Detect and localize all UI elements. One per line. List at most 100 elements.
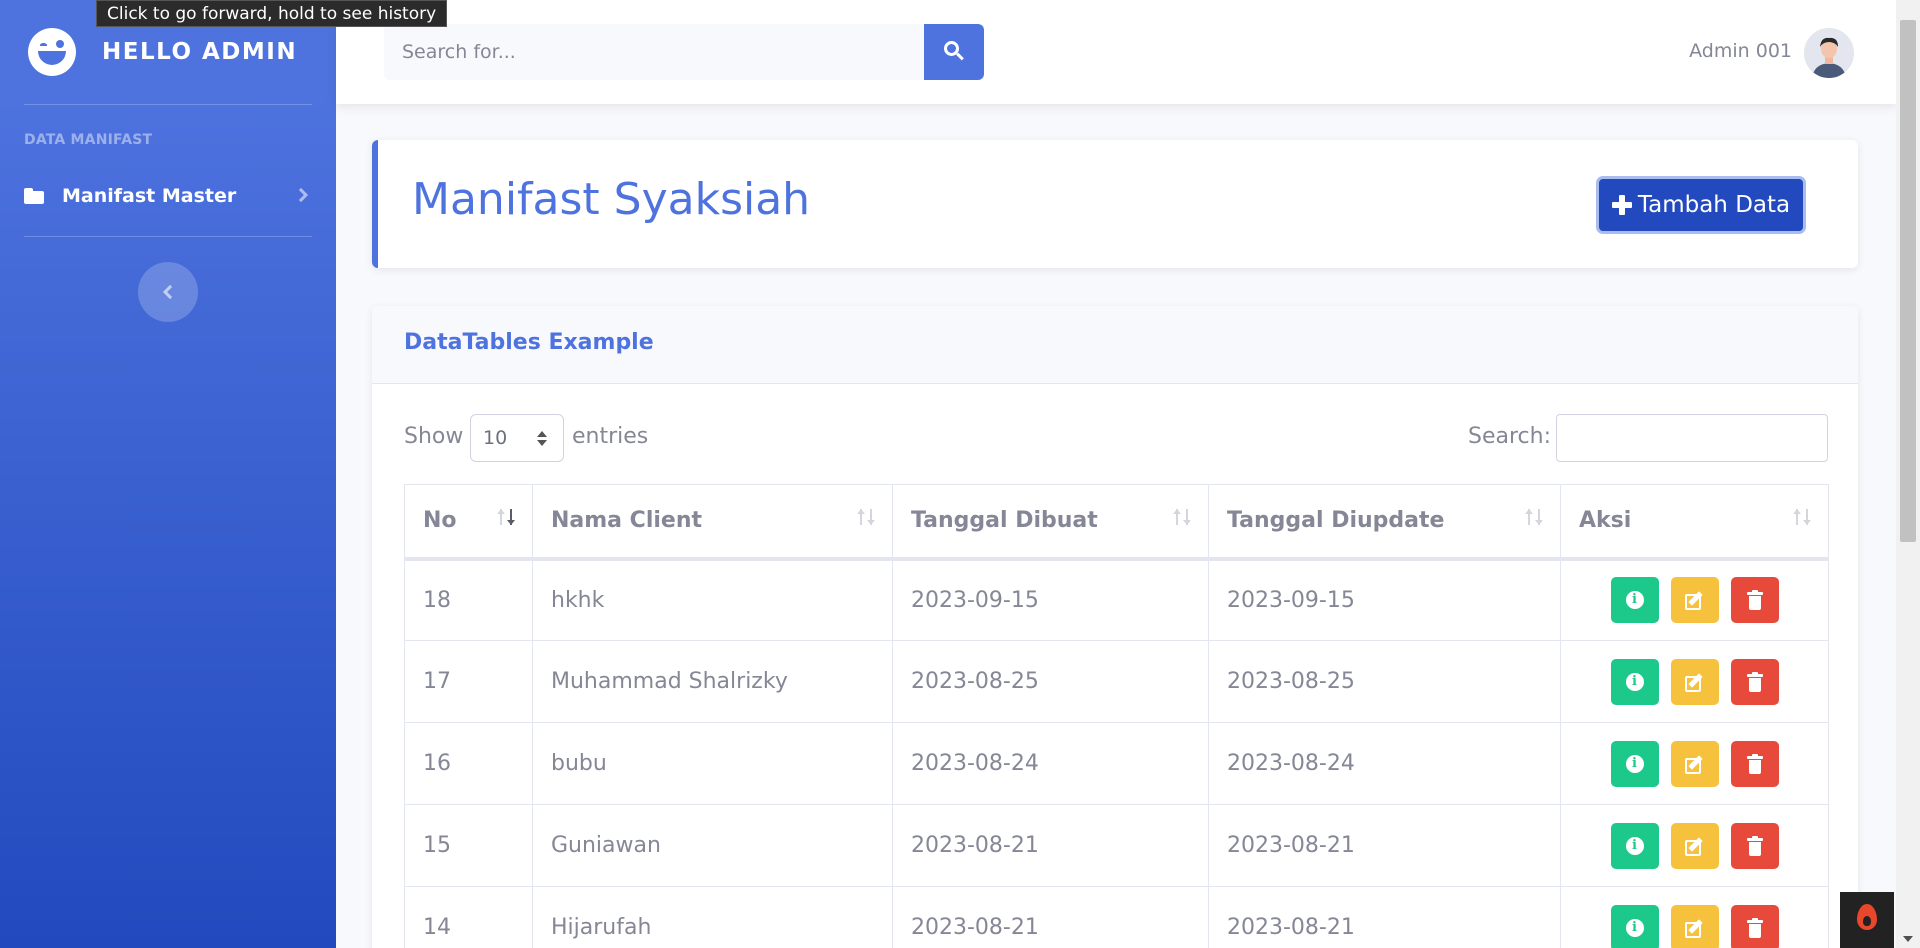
info-button[interactable]: i [1610, 740, 1659, 787]
data-table: No Nama Client Tanggal Dibuat Tanggal Di… [404, 484, 1829, 948]
sort-icon [497, 509, 520, 527]
chevron-left-icon [162, 284, 178, 300]
edit-icon [1684, 590, 1705, 611]
delete-button[interactable] [1730, 822, 1779, 869]
page-scrollbar[interactable] [1896, 0, 1920, 948]
sidebar: HELLO ADMIN DATA MANIFAST Manifast Maste… [0, 0, 336, 948]
cell-tanggal-dibuat: 2023-08-21 [892, 886, 1209, 948]
table-search-label: Search: [1468, 424, 1551, 449]
cell-nama-client: Guniawan [532, 804, 893, 887]
sidebar-divider [24, 104, 312, 105]
cell-aksi: i [1560, 558, 1829, 641]
sidebar-item-manifast-master[interactable]: Manifast Master [24, 178, 312, 214]
avatar[interactable] [1804, 28, 1854, 78]
table-row: 18 hkhk 2023-09-15 2023-09-15 i [404, 558, 1829, 641]
column-label: Tanggal Diupdate [1227, 508, 1445, 534]
debug-toolbar-button[interactable] [1840, 892, 1894, 948]
trash-icon [1746, 590, 1763, 611]
scroll-down-arrow-icon[interactable] [1903, 936, 1913, 942]
cell-no: 18 [404, 558, 533, 641]
edit-icon [1684, 754, 1705, 774]
trash-icon [1746, 753, 1763, 774]
edit-button[interactable] [1670, 904, 1719, 948]
laugh-wink-icon [28, 28, 76, 76]
sort-icon [1793, 509, 1816, 527]
sort-icon [1525, 509, 1548, 527]
cell-tanggal-diupdate: 2023-08-21 [1208, 886, 1561, 948]
cell-tanggal-dibuat: 2023-08-24 [892, 722, 1209, 805]
column-header-aksi[interactable]: Aksi [1560, 484, 1829, 561]
column-label: Aksi [1579, 508, 1632, 534]
card-title: DataTables Example [404, 330, 654, 355]
column-label: Nama Client [551, 508, 703, 534]
sidebar-toggle-button[interactable] [138, 262, 198, 322]
info-button[interactable]: i [1610, 822, 1659, 869]
sort-icon [1173, 509, 1196, 527]
edit-button[interactable] [1670, 577, 1719, 624]
edit-button[interactable] [1670, 740, 1719, 787]
trash-icon [1746, 835, 1763, 856]
user-name[interactable]: Admin 001 [1689, 40, 1792, 62]
column-label: No [423, 508, 457, 534]
cell-tanggal-diupdate: 2023-09-15 [1208, 558, 1561, 641]
card-header: DataTables Example [372, 306, 1858, 384]
folder-icon [24, 188, 44, 204]
table-search-input[interactable] [1556, 414, 1828, 462]
cell-nama-client: hkhk [532, 558, 893, 641]
cell-tanggal-diupdate: 2023-08-24 [1208, 722, 1561, 805]
sort-icon [857, 509, 880, 527]
add-data-button[interactable]: Tambah Data [1596, 176, 1806, 234]
column-header-no[interactable]: No [404, 484, 533, 561]
table-row: 15 Guniawan 2023-08-21 2023-08-21 i [404, 804, 1829, 887]
edit-button[interactable] [1670, 822, 1719, 869]
entries-label: entries [572, 424, 649, 449]
sidebar-divider [24, 236, 312, 237]
edit-button[interactable] [1670, 658, 1719, 705]
sidebar-item-label: Manifast Master [62, 185, 237, 207]
entries-value: 10 [483, 427, 508, 449]
select-arrows-icon [537, 431, 547, 447]
flame-icon [1857, 904, 1877, 930]
search-icon [944, 41, 964, 61]
column-header-tanggal-dibuat[interactable]: Tanggal Dibuat [892, 484, 1209, 561]
page-title: Manifast Syaksiah [412, 174, 811, 225]
scrollbar-thumb[interactable] [1900, 20, 1916, 542]
cell-aksi: i [1560, 804, 1829, 887]
delete-button[interactable] [1730, 740, 1779, 787]
trash-icon [1746, 917, 1763, 938]
cell-tanggal-dibuat: 2023-08-25 [892, 640, 1209, 723]
brand-title: HELLO ADMIN [102, 39, 298, 65]
edit-icon [1684, 918, 1705, 938]
search-button[interactable] [924, 24, 984, 80]
plus-icon [1611, 195, 1632, 215]
cell-tanggal-dibuat: 2023-08-21 [892, 804, 1209, 887]
search-input[interactable] [384, 24, 924, 80]
topbar: Admin 001 [336, 0, 1896, 104]
trash-icon [1746, 671, 1763, 692]
info-button[interactable]: i [1610, 904, 1659, 948]
delete-button[interactable] [1730, 658, 1779, 705]
info-circle-icon: i [1625, 591, 1644, 610]
cell-tanggal-dibuat: 2023-09-15 [892, 558, 1209, 641]
cell-no: 16 [404, 722, 533, 805]
page-header-card: Manifast Syaksiah Tambah Data [372, 140, 1858, 268]
table-row: 17 Muhammad Shalrizky 2023-08-25 2023-08… [404, 640, 1829, 723]
browser-tooltip: Click to go forward, hold to see history [96, 0, 448, 27]
cell-no: 14 [404, 886, 533, 948]
column-header-nama-client[interactable]: Nama Client [532, 484, 893, 561]
cell-tanggal-diupdate: 2023-08-21 [1208, 804, 1561, 887]
info-button[interactable]: i [1610, 658, 1659, 705]
edit-icon [1684, 672, 1705, 692]
info-circle-icon: i [1625, 754, 1644, 773]
cell-nama-client: bubu [532, 722, 893, 805]
cell-tanggal-diupdate: 2023-08-25 [1208, 640, 1561, 723]
column-header-tanggal-diupdate[interactable]: Tanggal Diupdate [1208, 484, 1561, 561]
table-row: 14 Hijarufah 2023-08-21 2023-08-21 i [404, 886, 1829, 948]
delete-button[interactable] [1730, 577, 1779, 624]
cell-nama-client: Muhammad Shalrizky [532, 640, 893, 723]
cell-no: 17 [404, 640, 533, 723]
chevron-right-icon [293, 187, 309, 203]
entries-select[interactable]: 10 [470, 414, 564, 462]
info-button[interactable]: i [1610, 577, 1659, 624]
delete-button[interactable] [1730, 904, 1779, 948]
